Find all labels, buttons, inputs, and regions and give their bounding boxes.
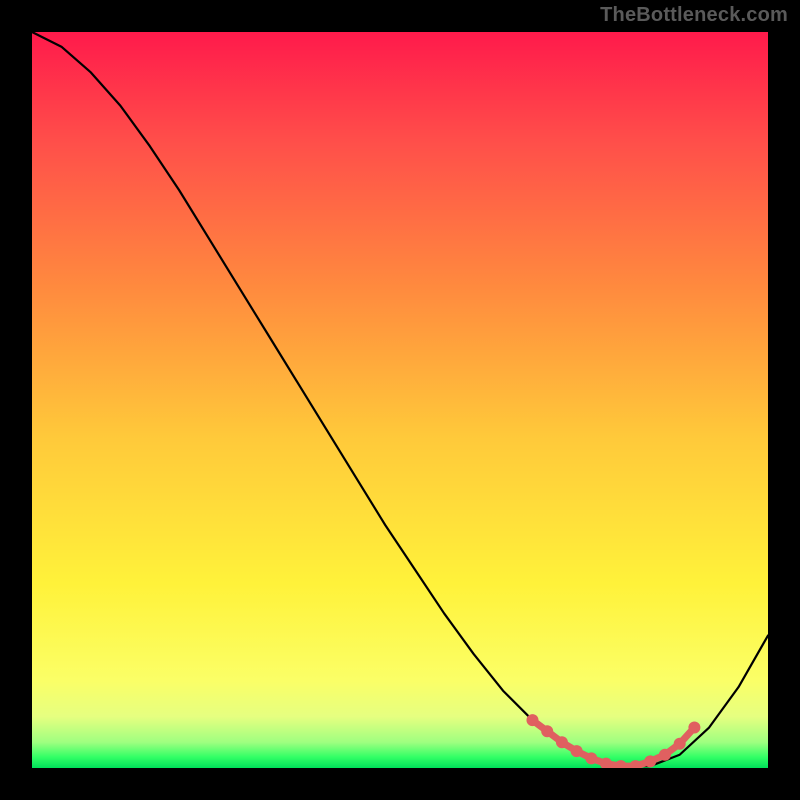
marker-dot [526, 714, 538, 726]
watermark-text: TheBottleneck.com [600, 4, 788, 27]
plot-area [32, 32, 768, 768]
marker-dot [644, 755, 656, 767]
series-curve [32, 32, 768, 766]
marker-dot [556, 736, 568, 748]
marker-dot [688, 722, 700, 734]
marker-dot [585, 752, 597, 764]
marker-dot [541, 725, 553, 737]
marker-dot [674, 738, 686, 750]
chart-container: TheBottleneck.com [0, 0, 800, 800]
marker-dot [659, 749, 671, 761]
marker-dot [571, 745, 583, 757]
chart-overlay [32, 32, 768, 768]
marker-dot [615, 760, 627, 768]
